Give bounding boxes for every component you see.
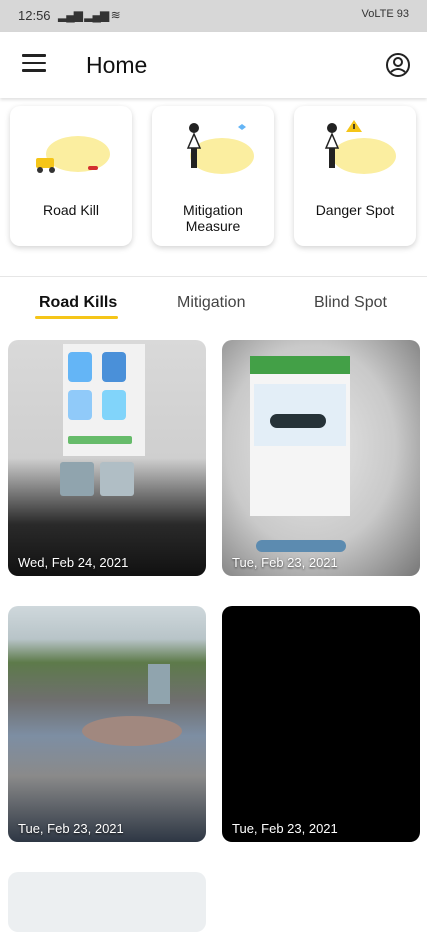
road-kill-label: Road Kill [42,202,100,218]
photo-date: Tue, Feb 23, 2021 [232,555,338,570]
photo-content [148,664,170,704]
photo-content [102,390,126,420]
photo-content [68,352,92,382]
mitigation-measure-label: Mitigation Measure [183,202,243,234]
status-right: VoLTE 93 [361,8,410,20]
photo-content [68,436,132,444]
tab-road-kills[interactable]: Road Kills [39,294,117,312]
tab-blind-spot[interactable]: Blind Spot [314,294,387,312]
photo-content [82,716,182,746]
tab-mitigation[interactable]: Mitigation [177,294,245,312]
photo-content [256,540,346,552]
photo-card[interactable]: Tue, Feb 23, 2021 [222,606,420,842]
danger-spot-label: Danger Spot [315,202,395,218]
photo-date: Tue, Feb 23, 2021 [18,821,124,836]
active-tab-indicator [35,316,118,319]
photo-card[interactable]: Tue, Feb 23, 2021 [8,606,206,842]
photo-card[interactable]: Wed, Feb 24, 2021 [8,340,206,576]
road-kill-card[interactable]: Road Kill [10,106,132,246]
status-time: 12:56 [18,8,51,23]
mitigation-measure-card[interactable]: Mitigation Measure [152,106,274,246]
photo-content [60,462,94,496]
photo-card[interactable]: Tue, Feb 23, 2021 [222,340,420,576]
photo-date: Wed, Feb 24, 2021 [18,555,129,570]
account-icon[interactable] [385,52,411,78]
photo-content [270,414,326,428]
signal-icon: ▂▄▆ ▂▄▆ ≋ [58,8,121,22]
category-cards: Road Kill Mitigation Measure Danger Spot [0,106,427,256]
page-title: Home [86,52,148,78]
danger-spot-illustration-icon [324,120,396,174]
photo-content [68,390,92,420]
status-bar: 12:56 ▂▄▆ ▂▄▆ ≋ VoLTE 93 [0,0,427,32]
photo-date: Tue, Feb 23, 2021 [232,821,338,836]
road-kill-illustration-icon [36,136,110,173]
section-divider [0,276,427,277]
danger-spot-card[interactable]: Danger Spot [294,106,416,246]
photo-content [102,352,126,382]
photo-content [250,356,350,374]
mitigation-illustration-icon [186,123,254,174]
photo-card[interactable] [8,872,206,932]
menu-icon[interactable] [22,54,46,74]
tab-bar: Road Kills Mitigation Blind Spot [0,288,427,328]
photo-content [100,462,134,496]
app-bar: Home [0,32,427,98]
